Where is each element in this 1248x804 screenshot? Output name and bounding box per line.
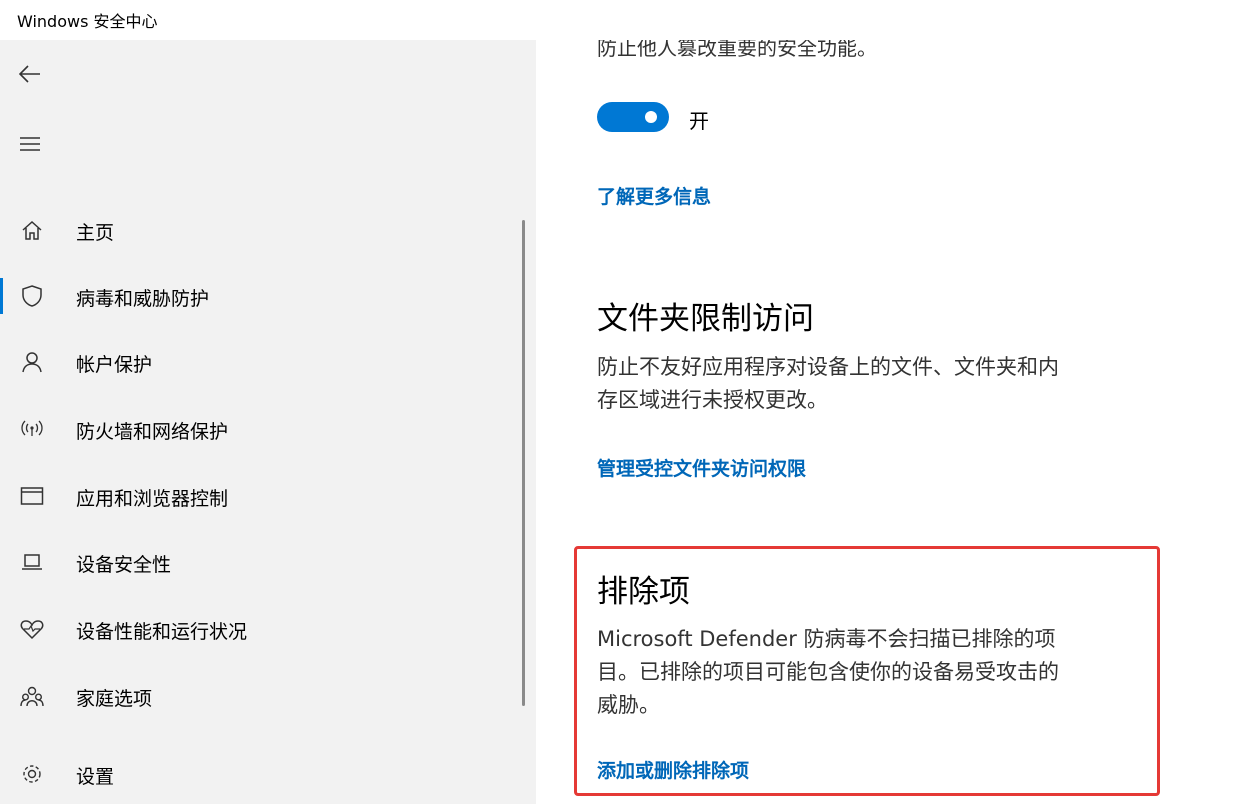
app-window-icon (18, 482, 46, 510)
hamburger-menu-button[interactable] (0, 114, 60, 174)
sidebar-item-label: 防火墙和网络保护 (76, 421, 229, 443)
sidebar-item-label: 设置 (76, 766, 115, 788)
sidebar: 主页 病毒和威胁防护 帐户保护 防火墙和网络保护 应用和浏览器控制 设备安全性 (0, 40, 536, 804)
sidebar-item-device-security[interactable]: 设备安全性 (0, 532, 520, 592)
toggle-knob (645, 111, 657, 123)
add-remove-exclusions-link[interactable]: 添加或删除排除项 (597, 756, 749, 783)
back-arrow-icon (19, 65, 40, 83)
window-title: Windows 安全中心 (17, 12, 158, 31)
family-icon (18, 682, 46, 710)
back-button[interactable] (0, 44, 60, 104)
sidebar-item-settings[interactable]: 设置 (0, 744, 520, 804)
sidebar-item-virus-protection[interactable]: 病毒和威胁防护 (0, 266, 520, 326)
laptop-icon (18, 548, 46, 576)
title-bar: Windows 安全中心 (0, 0, 1248, 40)
exclusions-heading: 排除项 (597, 574, 690, 610)
wifi-signal-icon (18, 415, 46, 443)
home-icon (18, 216, 46, 244)
tamper-protection-toggle[interactable] (597, 102, 669, 132)
sidebar-item-firewall[interactable]: 防火墙和网络保护 (0, 399, 520, 459)
cfa-heading: 文件夹限制访问 (597, 301, 814, 337)
sidebar-item-label: 应用和浏览器控制 (76, 488, 229, 510)
toggle-state-label: 开 (689, 109, 709, 133)
sidebar-item-label: 病毒和威胁防护 (76, 288, 210, 310)
main-content: 防止他人篡改重要的安全功能。 开 了解更多信息 文件夹限制访问 防止不友好应用程… (536, 40, 1248, 804)
sidebar-item-home[interactable]: 主页 (0, 200, 520, 260)
heart-icon (18, 615, 46, 643)
learn-more-link[interactable]: 了解更多信息 (597, 182, 711, 209)
sidebar-item-account-protection[interactable]: 帐户保护 (0, 332, 520, 392)
exclusions-desc-line: 威胁。 (597, 693, 660, 717)
sidebar-item-app-browser-control[interactable]: 应用和浏览器控制 (0, 466, 520, 526)
person-icon (18, 348, 46, 376)
gear-icon (18, 760, 46, 788)
sidebar-item-label: 设备性能和运行状况 (76, 621, 248, 643)
exclusions-desc-line: 目。已排除的项目可能包含使你的设备易受攻击的 (597, 660, 1059, 684)
exclusions-desc-line: Microsoft Defender 防病毒不会扫描已排除的项 (597, 627, 1056, 651)
sidebar-item-label: 帐户保护 (76, 354, 153, 376)
sidebar-item-family-options[interactable]: 家庭选项 (0, 666, 520, 726)
sidebar-item-label: 主页 (76, 222, 115, 244)
cfa-desc-line: 防止不友好应用程序对设备上的文件、文件夹和内 (597, 355, 1059, 379)
manage-cfa-link[interactable]: 管理受控文件夹访问权限 (597, 454, 806, 481)
shield-icon (18, 282, 46, 310)
cfa-desc-line: 存区域进行未授权更改。 (597, 388, 828, 412)
hamburger-icon (20, 137, 40, 151)
sidebar-item-device-performance[interactable]: 设备性能和运行状况 (0, 599, 520, 659)
tamper-protection-desc: 防止他人篡改重要的安全功能。 (597, 40, 877, 60)
exclusions-description: Microsoft Defender 防病毒不会扫描已排除的项 目。已排除的项目… (597, 623, 1157, 722)
sidebar-scrollbar[interactable] (522, 220, 525, 706)
sidebar-item-label: 家庭选项 (76, 688, 153, 710)
cfa-description: 防止不友好应用程序对设备上的文件、文件夹和内 存区域进行未授权更改。 (597, 351, 1157, 417)
sidebar-item-label: 设备安全性 (76, 554, 172, 576)
active-indicator (0, 278, 3, 314)
